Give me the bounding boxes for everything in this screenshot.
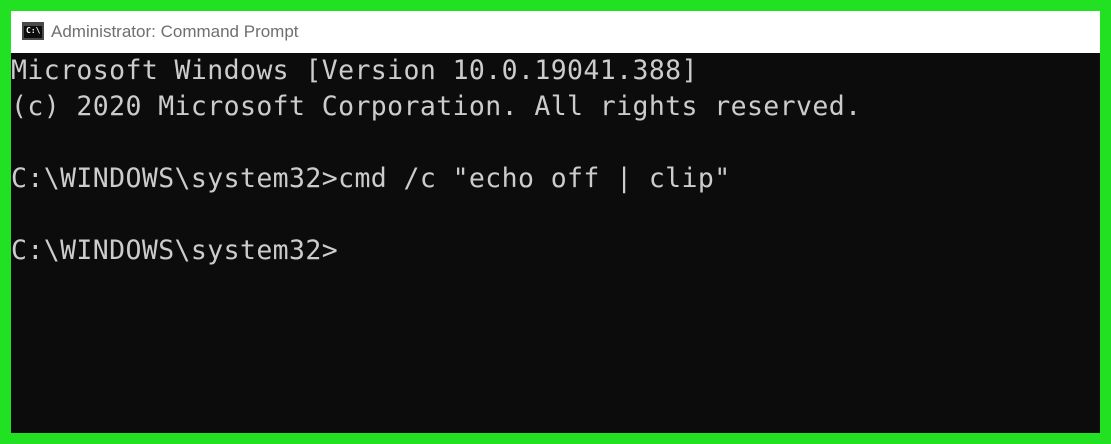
- title-bar[interactable]: C:\ Administrator: Command Prompt: [11, 11, 1100, 53]
- window-title: Administrator: Command Prompt: [51, 22, 299, 41]
- console-line-command: C:\WINDOWS\system32>cmd /c "echo off | c…: [11, 163, 731, 194]
- command-prompt-window: C:\ Administrator: Command Prompt Micros…: [0, 0, 1111, 444]
- console-line-version: Microsoft Windows [Version 10.0.19041.38…: [11, 55, 698, 86]
- console-output[interactable]: Microsoft Windows [Version 10.0.19041.38…: [11, 53, 1100, 433]
- console-line-prompt[interactable]: C:\WINDOWS\system32>: [11, 235, 338, 266]
- cmd-prompt-icon: C:\: [22, 22, 44, 40]
- console-line-copyright: (c) 2020 Microsoft Corporation. All righ…: [11, 91, 862, 122]
